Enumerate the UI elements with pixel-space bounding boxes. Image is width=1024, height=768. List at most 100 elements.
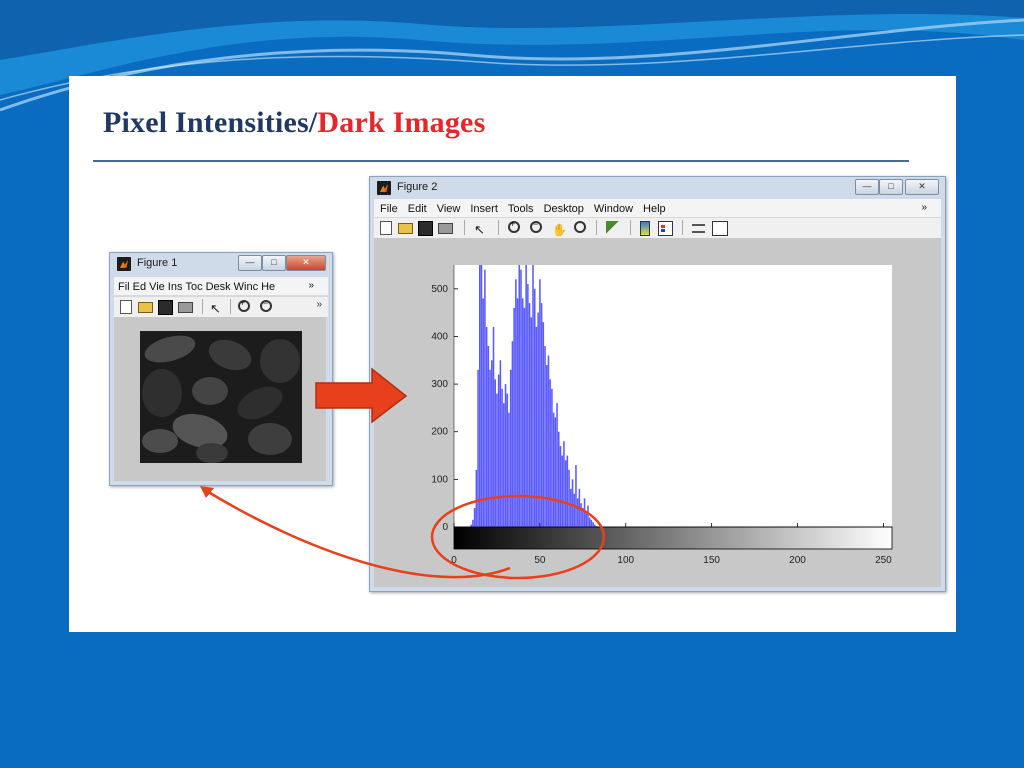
menu-desktop[interactable]: Desktop bbox=[544, 203, 584, 215]
toolbar-separator bbox=[230, 299, 231, 314]
histogram-bar bbox=[521, 298, 524, 527]
histogram-bar bbox=[504, 384, 507, 527]
edit-plot-icon[interactable] bbox=[210, 300, 223, 313]
minimize-button[interactable]: — bbox=[855, 179, 879, 195]
histogram-bar bbox=[576, 498, 579, 527]
menu-item[interactable]: He bbox=[261, 281, 275, 293]
figure2-canvas: 0 100 200 300 400 500 0 50 100 150 200 250 bbox=[374, 238, 941, 587]
new-figure-icon[interactable] bbox=[380, 221, 392, 235]
histogram-bar bbox=[582, 507, 584, 527]
histogram-bar bbox=[564, 460, 567, 527]
menu-view[interactable]: View bbox=[437, 203, 461, 215]
zoom-in-icon[interactable] bbox=[508, 219, 520, 233]
zoom-out-icon[interactable] bbox=[530, 219, 542, 233]
new-figure-icon[interactable] bbox=[120, 300, 132, 314]
menu-help[interactable]: Help bbox=[643, 203, 666, 215]
menu-item[interactable]: Fil bbox=[118, 281, 130, 293]
grayscale-colorbar bbox=[453, 526, 893, 550]
figure1-titlebar[interactable]: Figure 1 — □ ✕ bbox=[110, 253, 332, 275]
histogram-bar bbox=[506, 393, 509, 527]
menu-item[interactable]: Vie bbox=[149, 281, 165, 293]
open-file-icon[interactable] bbox=[138, 302, 153, 313]
histogram-bar bbox=[575, 465, 577, 527]
minimize-button[interactable]: — bbox=[238, 255, 262, 271]
histogram-bar bbox=[532, 265, 534, 527]
x-tick-label: 50 bbox=[534, 555, 546, 566]
menu-item[interactable]: Toc bbox=[185, 281, 202, 293]
histogram-bar bbox=[568, 469, 570, 527]
histogram-bar bbox=[580, 503, 582, 527]
slide-panel: Pixel Intensities/Dark Images Figure 1 —… bbox=[69, 76, 956, 632]
histogram-bar bbox=[527, 284, 529, 527]
matlab-icon bbox=[377, 181, 391, 195]
histogram-bar bbox=[556, 403, 558, 527]
data-cursor-icon[interactable] bbox=[606, 221, 619, 234]
toolbar-separator bbox=[596, 220, 597, 235]
histogram-bar bbox=[559, 446, 562, 527]
menu-window[interactable]: Window bbox=[594, 203, 633, 215]
histogram-bar bbox=[482, 298, 484, 527]
menu-item[interactable]: Desk bbox=[206, 281, 231, 293]
y-tick-label: 400 bbox=[431, 331, 448, 342]
show-plot-tools-icon[interactable] bbox=[712, 221, 728, 236]
histogram-bar bbox=[508, 412, 510, 527]
menu-overflow[interactable]: » bbox=[921, 199, 927, 217]
histogram-bar bbox=[552, 412, 555, 527]
maximize-button[interactable]: □ bbox=[879, 179, 903, 195]
histogram-bar bbox=[530, 317, 533, 527]
histogram-bar bbox=[489, 369, 491, 527]
menu-overflow[interactable]: » bbox=[308, 277, 314, 295]
histogram-bar bbox=[544, 345, 546, 527]
close-button[interactable]: ✕ bbox=[286, 255, 326, 271]
print-icon[interactable] bbox=[178, 302, 193, 313]
toolbar-separator bbox=[202, 299, 203, 314]
menu-item[interactable]: Winc bbox=[234, 281, 258, 293]
title-part-dark: Pixel Intensities/ bbox=[103, 106, 318, 139]
histogram-bar bbox=[491, 360, 493, 527]
pan-icon[interactable] bbox=[552, 221, 565, 234]
histogram-bar bbox=[523, 307, 526, 527]
hide-plot-tools-icon[interactable] bbox=[692, 224, 705, 233]
histogram-bar bbox=[551, 388, 553, 527]
toolbar-overflow[interactable]: » bbox=[316, 299, 322, 310]
x-tick-label: 100 bbox=[617, 555, 634, 566]
insert-legend-icon[interactable] bbox=[658, 221, 673, 236]
print-icon[interactable] bbox=[438, 223, 453, 234]
y-tick-label: 200 bbox=[431, 427, 448, 438]
histogram-bar bbox=[563, 441, 565, 527]
insert-colorbar-icon[interactable] bbox=[640, 221, 650, 236]
menu-item[interactable]: Ed bbox=[133, 281, 146, 293]
close-button[interactable]: ✕ bbox=[905, 179, 939, 195]
y-tick-label: 0 bbox=[442, 522, 448, 533]
histogram-bar bbox=[540, 303, 543, 527]
menu-tools[interactable]: Tools bbox=[508, 203, 534, 215]
save-icon[interactable] bbox=[158, 300, 173, 315]
maximize-button[interactable]: □ bbox=[262, 255, 286, 271]
menu-insert[interactable]: Insert bbox=[470, 203, 498, 215]
histogram-bar bbox=[518, 265, 521, 527]
edit-plot-icon[interactable] bbox=[474, 221, 487, 234]
histogram-bar bbox=[542, 322, 545, 527]
histogram-bar bbox=[485, 326, 488, 527]
figure2-titlebar[interactable]: Figure 2 — □ ✕ bbox=[370, 177, 945, 199]
zoom-out-icon[interactable] bbox=[260, 298, 272, 312]
zoom-in-icon[interactable] bbox=[238, 298, 250, 312]
dark-grayscale-image bbox=[140, 331, 302, 463]
rotate-3d-icon[interactable] bbox=[574, 221, 586, 233]
histogram-bar bbox=[478, 265, 481, 527]
x-tick-label: 150 bbox=[703, 555, 720, 566]
menu-edit[interactable]: Edit bbox=[408, 203, 427, 215]
open-file-icon[interactable] bbox=[398, 223, 413, 234]
menu-item[interactable]: Ins bbox=[168, 281, 183, 293]
histogram-bar bbox=[492, 326, 495, 527]
figure1-menubar: Fil Ed Vie Ins Toc Desk Winc He » bbox=[114, 277, 328, 295]
histogram-bar bbox=[558, 431, 560, 527]
save-icon[interactable] bbox=[418, 221, 433, 236]
histogram-bar bbox=[503, 403, 505, 527]
histogram-bar bbox=[528, 303, 531, 527]
menu-file[interactable]: File bbox=[380, 203, 398, 215]
histogram-bar bbox=[487, 345, 490, 527]
histogram-bar bbox=[549, 379, 551, 527]
x-tick-label: 200 bbox=[789, 555, 806, 566]
histogram-bar bbox=[484, 269, 486, 527]
